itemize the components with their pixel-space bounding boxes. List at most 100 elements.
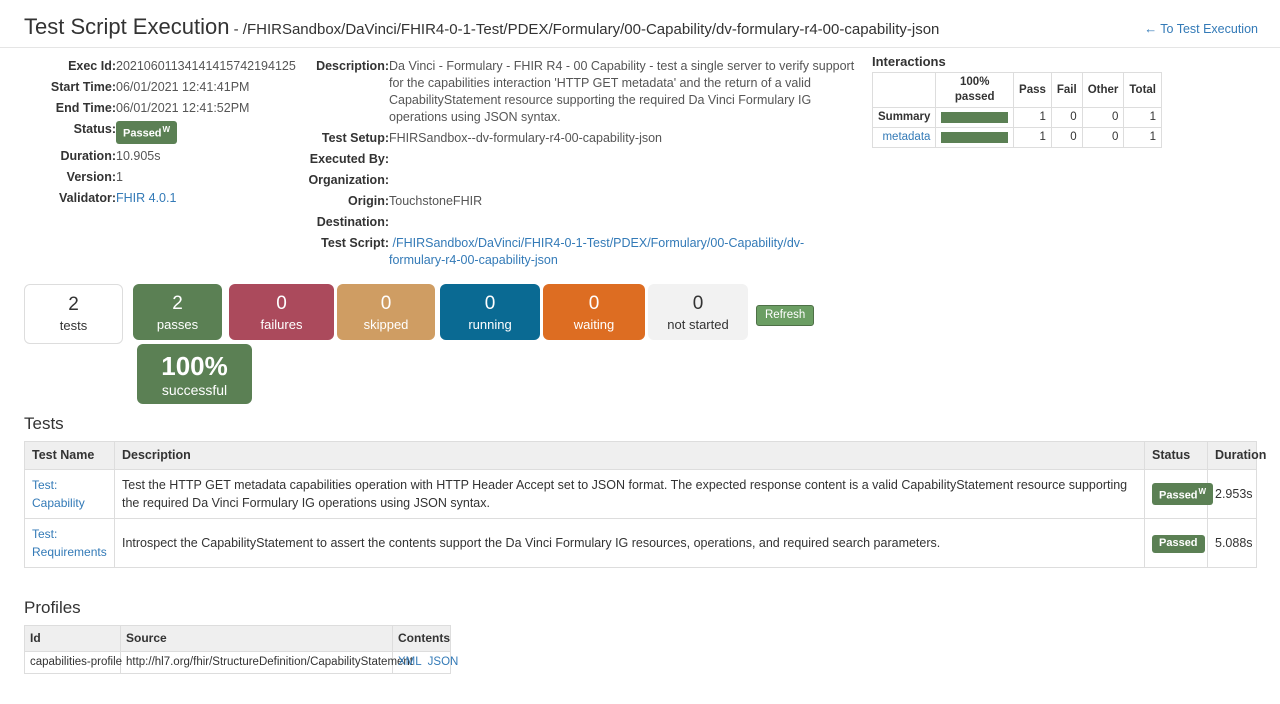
validator-link[interactable]: FHIR 4.0.1 xyxy=(116,191,176,205)
test-setup-value: FHIRSandbox--dv-formulary-r4-00-capabili… xyxy=(389,128,855,149)
refresh-button[interactable]: Refresh xyxy=(756,305,814,326)
tile-waiting[interactable]: 0 waiting xyxy=(543,284,645,340)
tests-col-status: Status xyxy=(1145,442,1208,470)
status-badge-warning-marker: W xyxy=(1199,487,1207,496)
test-description-requirements: Introspect the CapabilityStatement to as… xyxy=(115,519,1145,568)
tile-skipped[interactable]: 0 skipped xyxy=(337,284,435,340)
interactions-col-percent: 100% passed xyxy=(936,73,1014,108)
meta-row-destination: Destination: xyxy=(305,212,855,233)
tile-passes[interactable]: 2 passes xyxy=(133,284,222,340)
page-title: Test Script Execution xyxy=(24,14,229,39)
tile-tests-label: tests xyxy=(25,317,122,335)
meta-row-test-setup: Test Setup: FHIRSandbox--dv-formulary-r4… xyxy=(305,128,855,149)
table-row: capabilities-profile http://hl7.org/fhir… xyxy=(25,652,451,674)
tile-running-count: 0 xyxy=(440,292,540,316)
duration-label: Duration: xyxy=(24,146,116,167)
interactions-fail-summary: 0 xyxy=(1051,108,1082,128)
tests-table: Test Name Description Status Duration Te… xyxy=(24,441,1257,568)
tests-col-duration: Duration xyxy=(1208,442,1257,470)
profiles-col-contents: Contents xyxy=(393,626,451,652)
execution-details-table: Exec Id: 20210601134141415742194125 Star… xyxy=(24,56,296,209)
profiles-col-id: Id xyxy=(25,626,121,652)
tile-not-started-label: not started xyxy=(648,316,748,334)
exec-id-value: 20210601134141415742194125 xyxy=(116,56,296,77)
meta-row-test-script: Test Script: /FHIRSandbox/DaVinci/FHIR4-… xyxy=(305,233,855,271)
test-status-cell-capability: PassedW xyxy=(1145,470,1208,519)
tile-percent-label: successful xyxy=(137,381,252,399)
detail-row-start-time: Start Time: 06/01/2021 12:41:41PM xyxy=(24,77,296,98)
profile-xml-link[interactable]: XML xyxy=(398,656,422,668)
start-time-label: Start Time: xyxy=(24,77,116,98)
tile-skipped-label: skipped xyxy=(337,316,435,334)
tile-waiting-count: 0 xyxy=(543,292,645,316)
detail-row-duration: Duration: 10.905s xyxy=(24,146,296,167)
tile-percent-successful: 100% successful xyxy=(137,344,252,404)
tile-failures-count: 0 xyxy=(229,292,334,316)
status-badge: PassedW xyxy=(1152,483,1213,506)
detail-row-version: Version: 1 xyxy=(24,167,296,188)
tile-not-started[interactable]: 0 not started xyxy=(648,284,748,340)
exec-id-label: Exec Id: xyxy=(24,56,116,77)
test-link-line2[interactable]: Requirements xyxy=(32,545,107,559)
tile-running[interactable]: 0 running xyxy=(440,284,540,340)
execution-meta-table: Description: Da Vinci - Formulary - FHIR… xyxy=(305,56,855,271)
interactions-row-label-summary: Summary xyxy=(873,108,936,128)
tile-running-label: running xyxy=(440,316,540,334)
status-badge-label: Passed xyxy=(123,128,162,140)
test-duration-requirements: 5.088s xyxy=(1208,519,1257,568)
tile-tests: 2 tests xyxy=(24,284,123,344)
interactions-row-label-metadata[interactable]: metadata xyxy=(873,128,936,148)
test-link-line1[interactable]: Test: xyxy=(32,527,57,541)
test-status-cell-requirements: Passed xyxy=(1145,519,1208,568)
interactions-pass-metadata: 1 xyxy=(1014,128,1052,148)
test-name-cell-requirements[interactable]: Test: Requirements xyxy=(25,519,115,568)
page-header: Test Script Execution - /FHIRSandbox/DaV… xyxy=(0,0,1280,48)
interactions-total-metadata: 1 xyxy=(1124,128,1162,148)
interactions-title: Interactions xyxy=(872,54,1162,69)
test-link-line2[interactable]: Capability xyxy=(32,496,85,510)
interactions-progress-cell-metadata xyxy=(936,128,1014,148)
test-description-capability: Test the HTTP GET metadata capabilities … xyxy=(115,470,1145,519)
description-value: Da Vinci - Formulary - FHIR R4 - 00 Capa… xyxy=(389,56,855,128)
tile-tests-count: 2 xyxy=(25,293,122,317)
status-badge-label: Passed xyxy=(1159,489,1198,501)
back-to-test-execution-link[interactable]: ←To Test Execution xyxy=(1144,21,1258,36)
interactions-other-metadata: 0 xyxy=(1082,128,1124,148)
progress-track xyxy=(941,112,1008,123)
profile-json-link[interactable]: JSON xyxy=(428,656,459,668)
section-spacer xyxy=(0,568,1280,598)
progress-fill xyxy=(941,132,1008,143)
profile-id: capabilities-profile xyxy=(25,652,121,674)
progress-track xyxy=(941,132,1008,143)
test-name-cell-capability[interactable]: Test: Capability xyxy=(25,470,115,519)
meta-row-executed-by: Executed By: xyxy=(305,149,855,170)
tests-header-row: Test Name Description Status Duration xyxy=(25,442,1257,470)
end-time-value: 06/01/2021 12:41:52PM xyxy=(116,98,296,119)
origin-value: TouchstoneFHIR xyxy=(389,191,855,212)
profiles-col-source: Source xyxy=(121,626,393,652)
tests-section: Tests Test Name Description Status Durat… xyxy=(0,414,1280,568)
version-value: 1 xyxy=(116,167,296,188)
profiles-section-title: Profiles xyxy=(24,598,1256,618)
tile-failures[interactable]: 0 failures xyxy=(229,284,334,340)
description-label: Description: xyxy=(305,56,389,128)
test-link-line1[interactable]: Test: xyxy=(32,478,57,492)
test-script-link[interactable]: /FHIRSandbox/DaVinci/FHIR4-0-1-Test/PDEX… xyxy=(389,236,804,267)
organization-value xyxy=(389,170,855,191)
back-link-label: To Test Execution xyxy=(1160,22,1258,36)
interactions-col-total: Total xyxy=(1124,73,1162,108)
tests-section-title: Tests xyxy=(24,414,1256,434)
version-label: Version: xyxy=(24,167,116,188)
organization-label: Organization: xyxy=(305,170,389,191)
detail-row-end-time: End Time: 06/01/2021 12:41:52PM xyxy=(24,98,296,119)
interactions-col-other: Other xyxy=(1082,73,1124,108)
interactions-header-row: 100% passed Pass Fail Other Total xyxy=(873,73,1162,108)
detail-row-exec-id: Exec Id: 20210601134141415742194125 xyxy=(24,56,296,77)
executed-by-value xyxy=(389,149,855,170)
profiles-header-row: Id Source Contents xyxy=(25,626,451,652)
meta-row-organization: Organization: xyxy=(305,170,855,191)
tile-passes-label: passes xyxy=(133,316,222,334)
page-title-script-path: /FHIRSandbox/DaVinci/FHIR4-0-1-Test/PDEX… xyxy=(243,21,940,38)
end-time-label: End Time: xyxy=(24,98,116,119)
tile-failures-label: failures xyxy=(229,316,334,334)
